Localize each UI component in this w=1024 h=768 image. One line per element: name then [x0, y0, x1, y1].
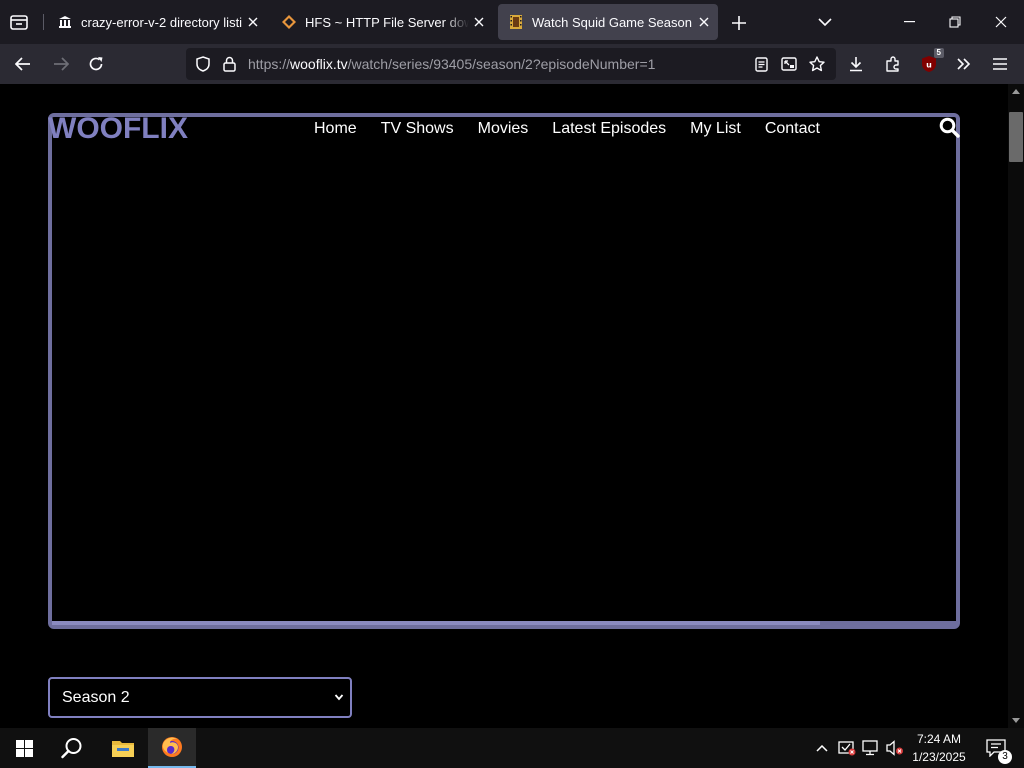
player-progress-track[interactable]	[52, 621, 956, 625]
clock-date: 1/23/2025	[912, 750, 966, 764]
season-select[interactable]: Season 2	[48, 677, 352, 718]
url-path: /watch/series/93405/season/2?episodeNumb…	[347, 56, 656, 72]
nav-link-home[interactable]: Home	[314, 120, 357, 138]
restore-icon[interactable]	[940, 12, 970, 32]
windows-taskbar: 7:24 AM 1/23/2025 3	[0, 728, 1024, 768]
back-icon[interactable]	[12, 54, 34, 74]
bank-icon	[57, 14, 73, 30]
new-tab-icon[interactable]	[728, 12, 750, 34]
minimize-icon[interactable]	[894, 12, 924, 32]
url-domain: wooflix.tv	[290, 56, 348, 72]
season-select-value: Season 2	[62, 688, 130, 706]
navigation-toolbar: https://wooflix.tv/watch/series/93405/se…	[0, 44, 1024, 84]
film-strip-icon	[508, 14, 524, 30]
shield-icon[interactable]	[194, 55, 212, 73]
hfs-diamond-icon	[281, 14, 297, 30]
nav-link-my-list[interactable]: My List	[690, 120, 741, 138]
chevron-down-icon	[334, 690, 344, 709]
clock-time: 7:24 AM	[916, 732, 962, 746]
volume-muted-icon[interactable]	[884, 728, 906, 768]
show-hidden-icons-chevron-icon[interactable]	[812, 728, 832, 768]
tab-title: HFS ~ HTTP File Server download	[305, 14, 469, 30]
notification-count-badge: 3	[998, 750, 1012, 764]
list-all-tabs-icon[interactable]	[8, 12, 30, 32]
nav-link-movies[interactable]: Movies	[478, 120, 529, 138]
url-prefix: https://	[248, 56, 291, 72]
scroll-down-arrow-icon[interactable]	[1011, 716, 1021, 724]
web-page: WOOFLIX Home TV Shows Movies Latest Epis…	[0, 84, 1008, 728]
security-alert-icon[interactable]	[836, 728, 858, 768]
url-bar[interactable]: https://wooflix.tv/watch/series/93405/se…	[186, 48, 836, 80]
close-tab-icon[interactable]	[469, 12, 489, 32]
close-tab-icon[interactable]	[243, 12, 263, 32]
forward-icon[interactable]	[50, 54, 72, 74]
network-icon[interactable]	[860, 728, 882, 768]
more-tools-chevron-icon[interactable]	[953, 54, 975, 74]
tab-directory-listing[interactable]: crazy-error-v-2 directory listing	[47, 4, 267, 40]
system-clock[interactable]: 7:24 AM 1/23/2025	[906, 730, 972, 766]
chevron-down-icon[interactable]	[814, 12, 836, 32]
firefox-taskbar-icon[interactable]	[148, 728, 196, 768]
taskbar-search-icon[interactable]	[48, 728, 96, 768]
tab-strip: crazy-error-v-2 directory listing HFS ~ …	[0, 0, 1024, 44]
nav-link-contact[interactable]: Contact	[765, 120, 820, 138]
ublock-shield-icon[interactable]: u 5	[918, 48, 944, 75]
nav-link-tv-shows[interactable]: TV Shows	[381, 120, 454, 138]
scroll-up-arrow-icon[interactable]	[1011, 87, 1021, 95]
site-nav: Home TV Shows Movies Latest Episodes My …	[314, 120, 844, 138]
close-tab-icon[interactable]	[694, 12, 714, 32]
site-logo[interactable]: WOOFLIX	[48, 112, 188, 146]
reader-view-icon[interactable]	[752, 55, 770, 73]
svg-text:u: u	[926, 61, 932, 70]
hamburger-menu-icon[interactable]	[989, 54, 1011, 74]
file-explorer-icon[interactable]	[99, 728, 147, 768]
extensions-puzzle-icon[interactable]	[882, 54, 904, 74]
url-text[interactable]: https://wooflix.tv/watch/series/93405/se…	[248, 56, 655, 72]
notifications-icon[interactable]: 3	[978, 728, 1014, 768]
tab-hfs-download[interactable]: HFS ~ HTTP File Server download	[271, 4, 493, 40]
close-window-icon[interactable]	[986, 12, 1016, 32]
nav-link-latest-episodes[interactable]: Latest Episodes	[552, 120, 666, 138]
tab-title: Watch Squid Game Season 2 Ep	[532, 14, 694, 30]
tab-watch-squid-game[interactable]: Watch Squid Game Season 2 Ep	[498, 4, 718, 40]
extension-badge: 5	[933, 48, 944, 58]
windows-start-icon[interactable]	[0, 728, 48, 768]
lock-icon[interactable]	[220, 55, 238, 73]
video-player[interactable]	[48, 113, 960, 629]
player-progress-fill	[52, 621, 821, 625]
bookmark-star-icon[interactable]	[808, 55, 826, 73]
reload-icon[interactable]	[85, 54, 107, 74]
search-icon[interactable]	[937, 116, 961, 138]
page-scrollbar[interactable]	[1008, 84, 1024, 728]
tab-title: crazy-error-v-2 directory listing	[81, 14, 243, 30]
picture-in-picture-icon[interactable]	[780, 55, 798, 73]
scroll-thumb[interactable]	[1009, 112, 1023, 162]
downloads-icon[interactable]	[845, 54, 867, 74]
